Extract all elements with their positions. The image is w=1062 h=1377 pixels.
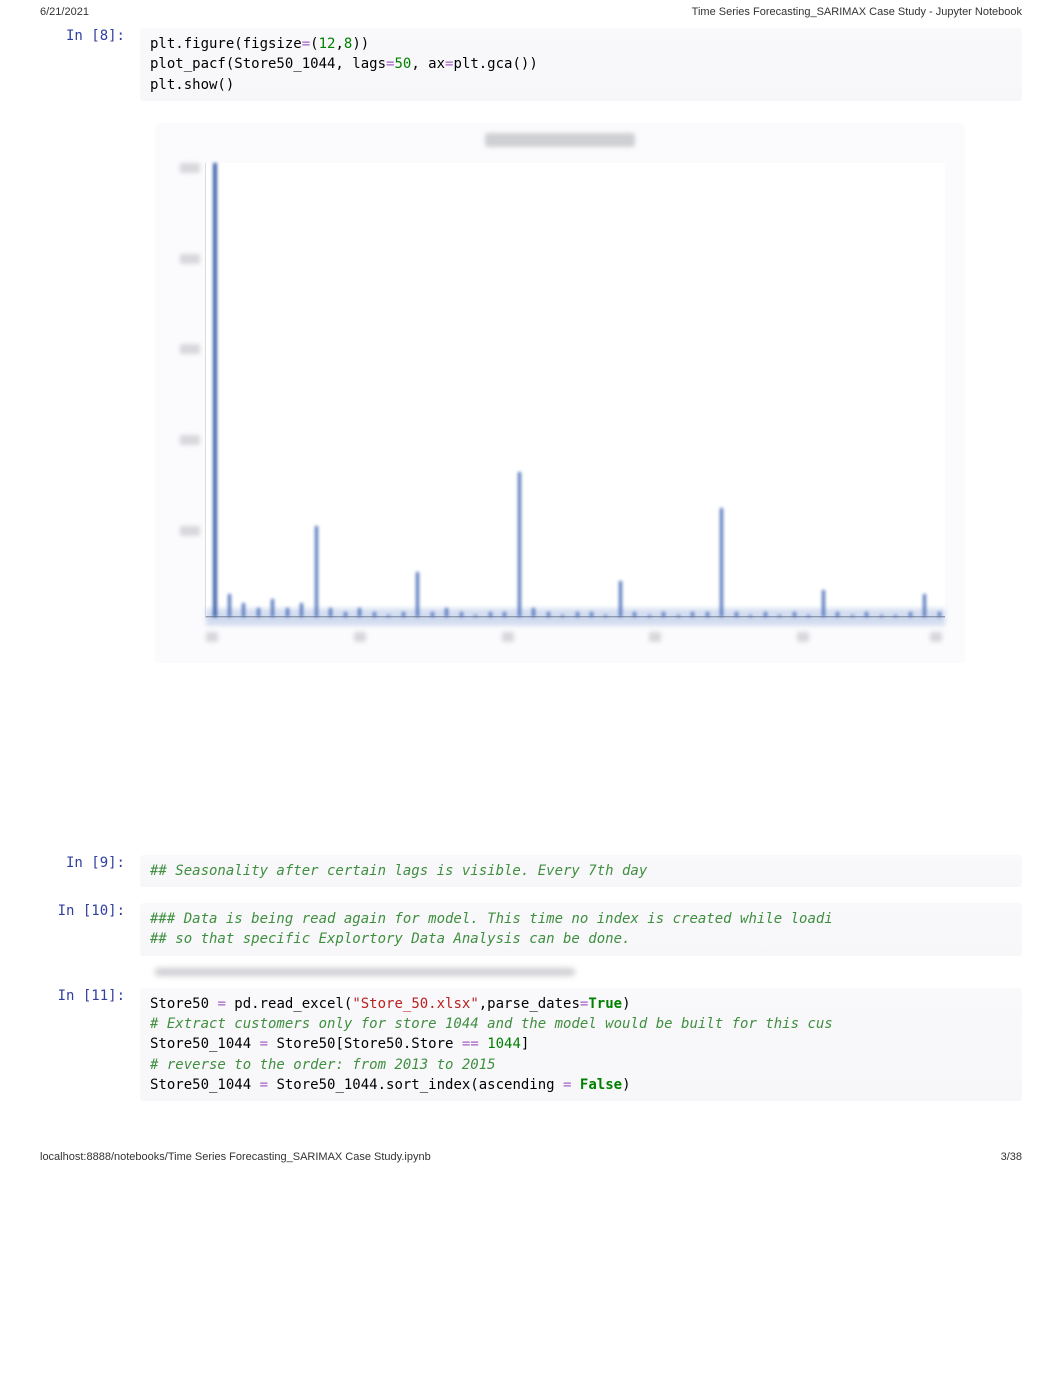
pacf-bar (909, 612, 912, 617)
code-cell-11[interactable]: In [11]: Store50 = pd.read_excel("Store_… (40, 984, 1022, 1105)
pacf-bar (387, 615, 390, 617)
pacf-bar (778, 615, 781, 617)
spacer (40, 671, 1022, 851)
pacf-bar (894, 615, 897, 617)
pacf-bar (764, 612, 767, 617)
y-tick (180, 254, 200, 264)
pacf-bar (416, 572, 419, 617)
pacf-bar (358, 608, 361, 617)
pacf-bar (720, 508, 723, 617)
pacf-chart (155, 123, 965, 663)
y-tick (180, 163, 200, 173)
pacf-bar (561, 615, 564, 617)
prompt-label: In [8]: (40, 28, 140, 101)
pacf-bar (633, 612, 636, 617)
pacf-bar (213, 163, 217, 617)
pacf-bar (373, 612, 376, 617)
pacf-bar (547, 612, 550, 617)
pacf-bar (851, 615, 854, 617)
pacf-bar (938, 612, 941, 617)
prompt-label: In [9]: (40, 855, 140, 887)
pacf-bar (518, 472, 521, 617)
code-cell-10[interactable]: In [10]: ### Data is being read again fo… (40, 899, 1022, 960)
pacf-bar (489, 612, 492, 617)
pacf-bar (431, 612, 434, 617)
pacf-bar (242, 603, 245, 617)
pacf-bar (445, 608, 448, 617)
code-cell-9[interactable]: In [9]: ## Seasonality after certain lag… (40, 851, 1022, 891)
pacf-bar (590, 612, 593, 617)
pacf-bar (691, 612, 694, 617)
pacf-bar (474, 615, 477, 617)
y-tick (180, 344, 200, 354)
x-tick (354, 632, 366, 642)
pacf-bar (503, 612, 506, 617)
chart-title (485, 133, 635, 147)
pacf-bar (807, 615, 810, 617)
pacf-bar (604, 615, 607, 617)
blurred-divider (155, 968, 575, 976)
pacf-bar (228, 594, 231, 617)
output-body (140, 113, 1022, 663)
code-body[interactable]: Store50 = pd.read_excel("Store_50.xlsx",… (140, 988, 1022, 1101)
pacf-bar (735, 612, 738, 617)
code-cell-8[interactable]: In [8]: plt.figure(figsize=(12,8)) plot_… (40, 24, 1022, 105)
pacf-bar (793, 612, 796, 617)
notebook-body: In [8]: plt.figure(figsize=(12,8)) plot_… (0, 24, 1062, 1173)
x-tick (797, 632, 809, 642)
header-title: Time Series Forecasting_SARIMAX Case Stu… (692, 6, 1022, 18)
x-tick (206, 632, 218, 642)
code-body[interactable]: plt.figure(figsize=(12,8)) plot_pacf(Sto… (140, 28, 1022, 101)
header-date: 6/21/2021 (40, 6, 89, 18)
page-header: 6/21/2021 Time Series Forecasting_SARIMA… (0, 0, 1062, 24)
y-tick (180, 526, 200, 536)
footer-page: 3/38 (1001, 1151, 1022, 1163)
output-cell-8 (40, 113, 1022, 663)
plot-area (205, 163, 945, 618)
pacf-bar (344, 612, 347, 617)
pacf-bar (619, 581, 622, 617)
pacf-bar (329, 608, 332, 617)
pacf-bar (532, 608, 535, 617)
y-tick (180, 435, 200, 445)
pacf-bar (460, 612, 463, 617)
x-tick (649, 632, 661, 642)
code-body[interactable]: ## Seasonality after certain lags is vis… (140, 855, 1022, 887)
pacf-bar (271, 599, 274, 617)
pacf-bar (836, 612, 839, 617)
pacf-bar (880, 615, 883, 617)
pacf-bar (576, 612, 579, 617)
pacf-bar (749, 615, 752, 617)
prompt-label: In [11]: (40, 988, 140, 1101)
x-tick (502, 632, 514, 642)
pacf-bar (648, 615, 651, 617)
code-body[interactable]: ### Data is being read again for model. … (140, 903, 1022, 956)
pacf-bar (923, 594, 926, 617)
x-tick (930, 632, 942, 642)
pacf-bar (300, 603, 303, 617)
pacf-bar (257, 608, 260, 617)
pacf-bar (286, 608, 289, 617)
pacf-bar (402, 612, 405, 617)
pacf-bar (865, 612, 868, 617)
pacf-bar (315, 526, 318, 617)
output-prompt (40, 113, 140, 663)
page-footer: localhost:8888/notebooks/Time Series For… (40, 1151, 1022, 1163)
pacf-bar (822, 590, 825, 617)
pacf-bar (677, 615, 680, 617)
footer-path: localhost:8888/notebooks/Time Series For… (40, 1151, 431, 1163)
pacf-bar (662, 612, 665, 617)
prompt-label: In [10]: (40, 903, 140, 956)
pacf-bar (706, 612, 709, 617)
